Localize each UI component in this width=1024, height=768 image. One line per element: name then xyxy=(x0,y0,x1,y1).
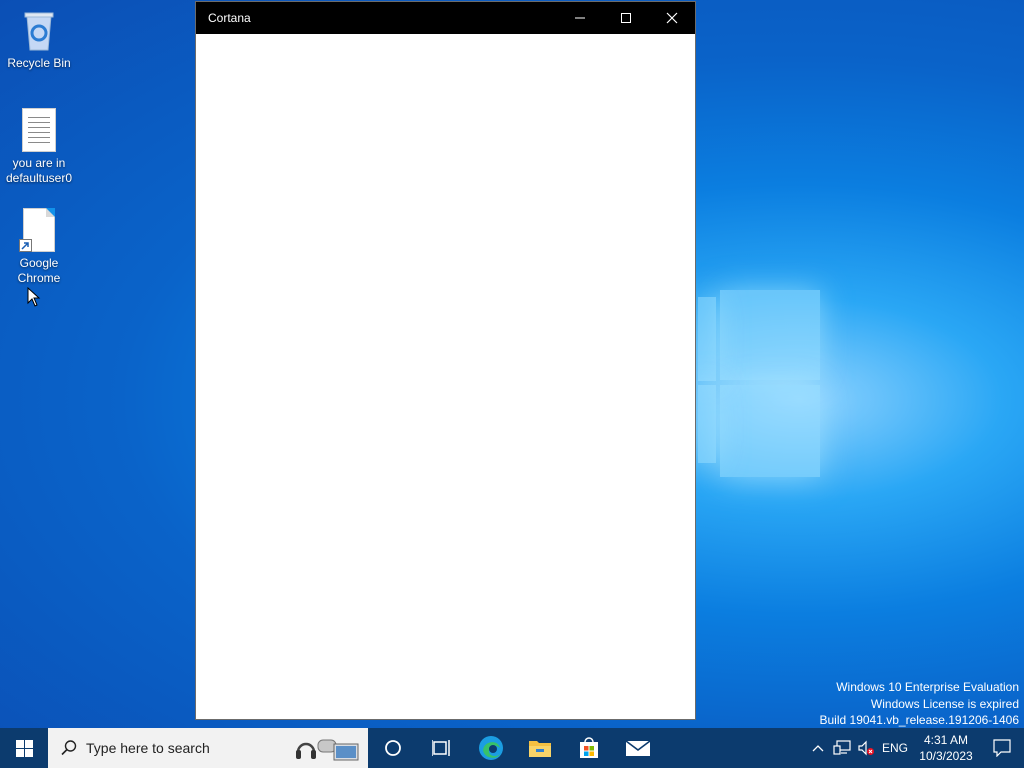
taskbar-clock[interactable]: 4:31 AM 10/3/2023 xyxy=(912,728,980,768)
search-highlight-illustration-icon xyxy=(296,739,359,761)
search-placeholder: Type here to search xyxy=(86,740,210,756)
volume-button[interactable] xyxy=(854,728,878,768)
chevron-up-icon xyxy=(812,745,824,752)
wallpaper-windows-logo xyxy=(690,285,840,485)
edge-icon xyxy=(478,736,503,760)
desktop-icon-label: Recycle Bin xyxy=(7,56,71,70)
windows-start-icon xyxy=(15,739,33,757)
file-explorer-icon xyxy=(528,741,551,757)
volume-muted-icon xyxy=(858,740,874,756)
cortana-window: Cortana xyxy=(195,1,696,720)
cortana-icon xyxy=(384,740,401,756)
system-tray: ENG 4:31 AM 10/3/2023 xyxy=(806,728,1024,768)
store-icon xyxy=(579,737,598,758)
desktop-icon-label: Google Chrome xyxy=(17,256,61,285)
clock-date: 10/3/2023 xyxy=(919,749,973,763)
watermark-build: Build 19041.vb_release.191206-1406 xyxy=(819,713,1020,727)
mouse-cursor-icon xyxy=(27,287,41,307)
shortcut-arrow-icon xyxy=(19,239,32,252)
maximize-button[interactable] xyxy=(603,2,649,34)
window-title: Cortana xyxy=(208,11,251,25)
mail-icon xyxy=(625,740,650,756)
minimize-icon xyxy=(575,17,585,19)
notification-icon xyxy=(993,739,1011,757)
shortcut-file-icon xyxy=(19,208,59,252)
text-document-icon xyxy=(19,108,59,152)
close-button[interactable] xyxy=(649,2,695,34)
taskbar: Type here to search ENG 4:31 AM 10/3/202… xyxy=(0,728,1024,768)
desktop-icon-google-chrome[interactable]: Google Chrome xyxy=(0,208,78,286)
network-button[interactable] xyxy=(830,728,854,768)
network-icon xyxy=(833,740,851,755)
task-view-icon xyxy=(431,740,450,756)
recycle-bin-icon xyxy=(19,8,59,52)
task-view-button[interactable] xyxy=(417,728,466,768)
clock-time: 4:31 AM xyxy=(923,733,968,747)
action-center-button[interactable] xyxy=(980,728,1024,768)
start-button[interactable] xyxy=(0,728,48,768)
edge-taskbar-button[interactable] xyxy=(466,728,515,768)
microsoft-store-taskbar-button[interactable] xyxy=(564,728,613,768)
cortana-taskbar-button[interactable] xyxy=(368,728,417,768)
show-hidden-icons-button[interactable] xyxy=(806,728,830,768)
taskbar-search-box[interactable]: Type here to search xyxy=(48,728,368,768)
maximize-icon xyxy=(621,13,631,23)
watermark-license: Windows License is expired xyxy=(870,696,1019,711)
input-language-indicator[interactable]: ENG xyxy=(878,728,912,768)
file-explorer-taskbar-button[interactable] xyxy=(515,728,564,768)
desktop-icon-label: you are in defaultuser0 xyxy=(5,156,73,185)
desktop-icon-text-file[interactable]: you are in defaultuser0 xyxy=(0,108,78,186)
cortana-content xyxy=(196,34,695,719)
search-icon xyxy=(61,740,77,756)
close-icon xyxy=(666,12,678,24)
mail-taskbar-button[interactable] xyxy=(613,728,662,768)
windows-activation-watermark: Windows 10 Enterprise Evaluation Windows… xyxy=(820,679,1020,729)
desktop-icon-recycle-bin[interactable]: Recycle Bin xyxy=(0,8,78,71)
minimize-button[interactable] xyxy=(557,2,603,34)
window-titlebar[interactable]: Cortana xyxy=(196,2,695,34)
watermark-edition: Windows 10 Enterprise Evaluation xyxy=(836,680,1019,694)
